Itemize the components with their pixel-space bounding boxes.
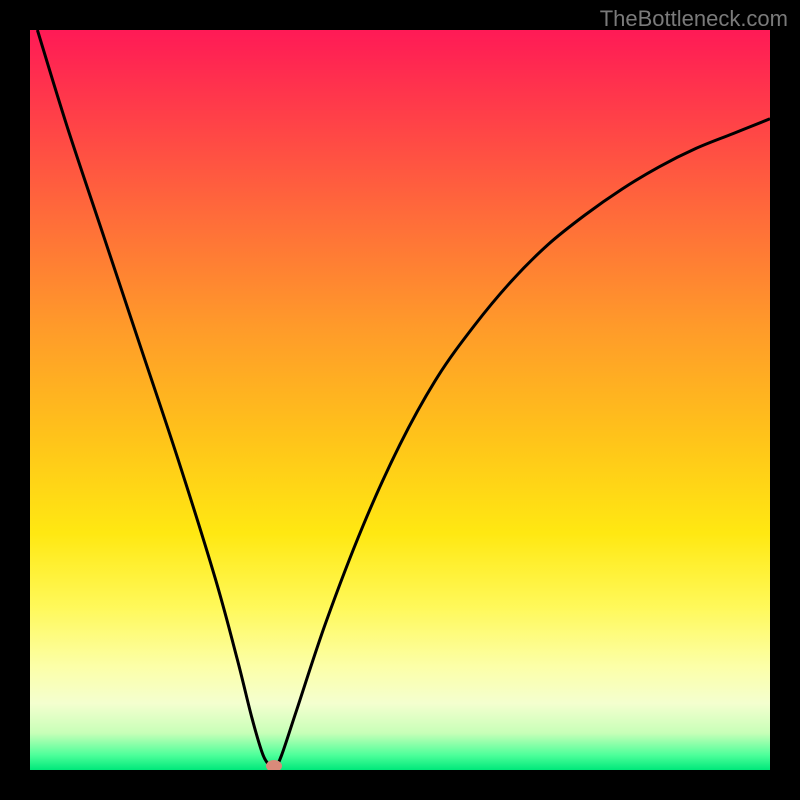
optimum-marker [266, 760, 282, 770]
watermark-text: TheBottleneck.com [600, 6, 788, 32]
chart-plot-area [30, 30, 770, 770]
bottleneck-curve-line [37, 30, 770, 770]
chart-curve-svg [30, 30, 770, 770]
